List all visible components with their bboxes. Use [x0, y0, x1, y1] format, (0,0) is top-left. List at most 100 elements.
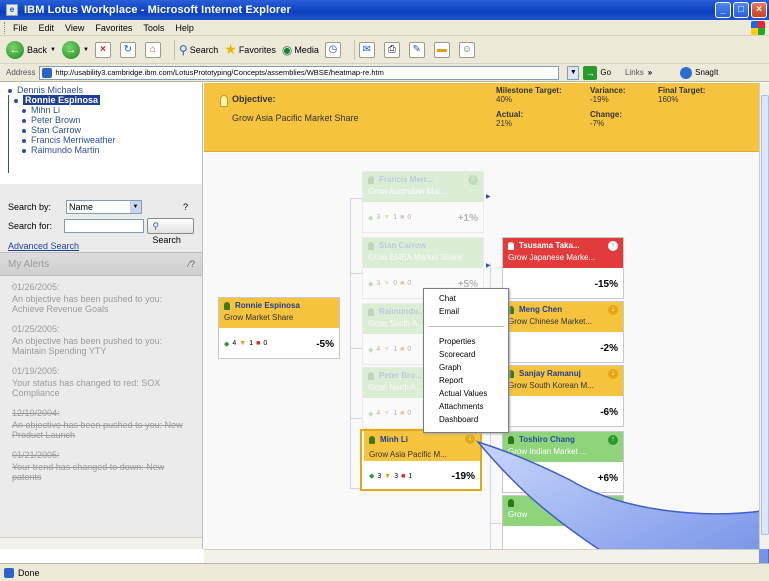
- menu-item-properties[interactable]: Properties: [424, 335, 508, 348]
- menu-view[interactable]: View: [65, 23, 84, 33]
- menu-item-attachments[interactable]: Attachments: [424, 400, 508, 413]
- stop-button[interactable]: ×: [94, 41, 114, 58]
- yellow-status-icon: ▼: [383, 346, 391, 353]
- tree-node-child[interactable]: Francis Merriweather: [8, 135, 202, 145]
- sidebar-horizontal-scrollbar[interactable]: [0, 537, 202, 549]
- tree-node-label: Dennis Michaels: [17, 85, 84, 95]
- menu-file[interactable]: File: [13, 23, 28, 33]
- messenger-button[interactable]: ☺: [458, 41, 478, 58]
- address-dropdown[interactable]: ▼: [567, 65, 580, 80]
- alert-item[interactable]: 01/21/2005: Your trend has changed to do…: [12, 450, 192, 482]
- card-objective: Grow Market Share: [224, 313, 294, 322]
- trend-down-icon: ↓: [608, 305, 618, 315]
- expand-arrow-icon[interactable]: ▶: [486, 193, 491, 200]
- alert-date: 12/10/2004:: [12, 408, 60, 418]
- card-objective: Grow Chinese Market...: [508, 317, 593, 326]
- card-meng-chen[interactable]: Meng Chen Grow Chinese Market... ↓ -2%: [502, 301, 624, 363]
- card-footer: +6%: [503, 462, 623, 492]
- go-button[interactable]: → Go: [583, 65, 611, 80]
- menu-item-email[interactable]: Email: [424, 305, 508, 318]
- card-ronnie-espinosa[interactable]: Ronnie Espinosa Grow Market Share ◆ 4 ▼ 1 …: [218, 297, 340, 359]
- menu-item-actual-values[interactable]: Actual Values: [424, 387, 508, 400]
- search-label: Search: [189, 44, 219, 55]
- menu-favorites[interactable]: Favorites: [95, 23, 132, 33]
- green-status-icon: ◆: [368, 347, 374, 354]
- red-status-icon: ■: [400, 410, 405, 417]
- card-partial[interactable]: Grow: [502, 495, 624, 549]
- folder-icon: ▬: [433, 41, 450, 58]
- links-button[interactable]: Links: [625, 68, 644, 77]
- favorites-button[interactable]: ★ Favorites: [224, 41, 276, 58]
- back-button[interactable]: ← Back ▼: [6, 40, 56, 59]
- vertical-scrollbar[interactable]: [759, 83, 769, 549]
- card-minh-li[interactable]: Minh Li Grow Asia Pacific M... ↓ ◆ 3 ▼ 3 ■…: [360, 429, 482, 491]
- refresh-button[interactable]: ↻: [119, 41, 139, 58]
- back-dropdown-icon: ▼: [50, 46, 56, 53]
- search-help-icon[interactable]: ?: [183, 202, 188, 212]
- card-name: Tsusama Taka...: [508, 241, 618, 250]
- tree-node-child[interactable]: Stan Carrow: [8, 125, 202, 135]
- alerts-edit-icon[interactable]: ⁄?: [188, 259, 195, 269]
- media-button[interactable]: ◉ Media: [282, 43, 319, 57]
- alert-item[interactable]: 01/26/2005: An objective has been pushed…: [12, 282, 192, 314]
- card-objective: Grow Asia Pacific M...: [369, 450, 447, 459]
- card-francis[interactable]: Francis Merr... Grow Australian Mar... ↑…: [362, 171, 484, 233]
- menu-help[interactable]: Help: [175, 23, 194, 33]
- maximize-button[interactable]: □: [733, 2, 749, 18]
- tree-node-selected[interactable]: Ronnie Espinosa: [8, 95, 202, 105]
- links-chevron-icon[interactable]: »: [648, 68, 652, 77]
- tree-node-child[interactable]: Raimundo Martin: [8, 145, 202, 155]
- horizontal-scrollbar[interactable]: [204, 549, 759, 563]
- alert-date: 01/25/2005:: [12, 324, 60, 334]
- tree-node-child[interactable]: Peter Brown: [8, 115, 202, 125]
- snagit-icon: [680, 66, 693, 79]
- folder-button[interactable]: ▬: [433, 41, 453, 58]
- search-button[interactable]: ⚲ Search: [179, 43, 218, 57]
- card-objective: Grow EMEA Market Share: [368, 253, 462, 262]
- search-submit-button[interactable]: ⚲ Search: [147, 218, 194, 245]
- connector-line: [350, 348, 351, 488]
- menu-item-scorecard[interactable]: Scorecard: [424, 348, 508, 361]
- home-button[interactable]: ⌂: [144, 41, 164, 58]
- forward-button[interactable]: → ▼: [61, 40, 89, 59]
- tree-bullet-icon: [22, 138, 26, 143]
- snagit-button[interactable]: SnagIt: [680, 66, 718, 79]
- change-label: Change:: [590, 110, 622, 119]
- card-name-text: Sanjay Ramanuj: [519, 369, 581, 378]
- menu-item-report[interactable]: Report: [424, 374, 508, 387]
- menu-tools[interactable]: Tools: [143, 23, 164, 33]
- alert-item[interactable]: 01/25/2005: An objective has been pushed…: [12, 324, 192, 356]
- milestone-label: Milestone Target:: [496, 86, 562, 95]
- menu-edit[interactable]: Edit: [39, 23, 55, 33]
- menu-item-chat[interactable]: Chat: [424, 292, 508, 305]
- tree-node-child[interactable]: Mihn Li: [8, 105, 202, 115]
- card-percent: -15%: [594, 278, 618, 290]
- alert-text: Your status has changed to red: SOX Comp…: [12, 378, 161, 398]
- trend-up-icon: ↑: [608, 241, 618, 251]
- mail-button[interactable]: ✉: [358, 41, 378, 58]
- card-sanjay-ramanuj[interactable]: Sanjay Ramanuj Grow South Korean M... ↓ …: [502, 365, 624, 427]
- address-input[interactable]: http://usability3.cambridge.ibm.com/Lotu…: [39, 65, 560, 80]
- alert-item[interactable]: 01/19/2005: Your status has changed to r…: [12, 366, 192, 398]
- minimize-button[interactable]: _: [715, 2, 731, 18]
- history-button[interactable]: ◷: [324, 41, 344, 58]
- search-by-select[interactable]: Name ▼: [66, 200, 142, 214]
- actual-label: Actual:: [496, 110, 524, 119]
- card-header: Meng Chen Grow Chinese Market... ↓: [503, 302, 623, 332]
- edit-button[interactable]: ✎: [408, 41, 428, 58]
- search-input[interactable]: [64, 219, 145, 233]
- scrollbar-thumb[interactable]: [761, 95, 769, 535]
- tree-node-root[interactable]: Dennis Michaels: [8, 85, 202, 95]
- card-toshiro-chang[interactable]: Toshiro Chang Grow Indian Market ... ↑ +…: [502, 431, 624, 493]
- expand-arrow-icon[interactable]: ▶: [486, 262, 491, 269]
- card-percent: +6%: [597, 472, 618, 484]
- menu-item-dashboard[interactable]: Dashboard: [424, 413, 508, 426]
- close-button[interactable]: ×: [751, 2, 767, 18]
- card-name-text: Meng Chen: [519, 305, 563, 314]
- page-status-icon: [4, 567, 14, 578]
- card-tsusama[interactable]: Tsusama Taka... Grow Japanese Marke... ↑…: [502, 237, 624, 299]
- menu-item-graph[interactable]: Graph: [424, 361, 508, 374]
- alert-date: 01/19/2005:: [12, 366, 60, 376]
- alert-item[interactable]: 12/10/2004: An objective has been pushed…: [12, 408, 192, 440]
- print-button[interactable]: ⎙: [383, 41, 403, 58]
